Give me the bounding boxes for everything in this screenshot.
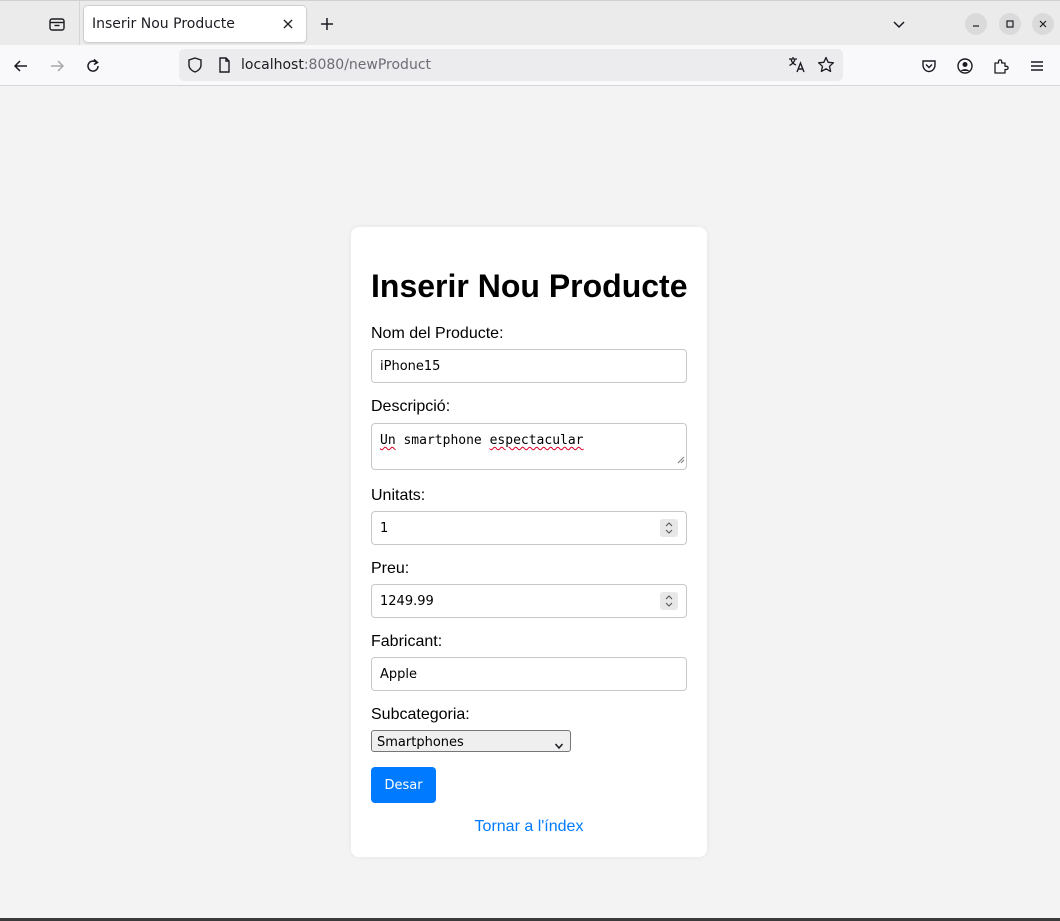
url-host: localhost [241, 57, 304, 73]
maximize-icon[interactable] [999, 13, 1021, 35]
price-input[interactable]: 1249.99 [371, 584, 687, 618]
tab-strip-separator [79, 1, 80, 46]
translate-icon[interactable] [787, 55, 807, 79]
minimize-icon[interactable] [965, 13, 987, 35]
resize-grip-icon[interactable] [676, 449, 685, 468]
page-icon[interactable] [215, 56, 233, 78]
tab-title: Inserir Nou Producte [92, 16, 235, 32]
close-icon[interactable] [278, 14, 298, 34]
arrow-left-icon[interactable] [7, 52, 35, 80]
units-input-value: 1 [380, 521, 389, 536]
chevron-down-icon[interactable] [886, 11, 912, 37]
manufacturer-label: Fabricant: [371, 633, 443, 650]
account-icon[interactable] [951, 52, 979, 80]
price-input-value: 1249.99 [380, 594, 434, 609]
description-value: Un smartphone espectacular [380, 433, 584, 448]
url-bar[interactable]: localhost:8080/newProduct [179, 49, 843, 81]
tab-list-icon[interactable] [44, 11, 70, 37]
spell-error-word: espectacular [489, 433, 584, 448]
tab-strip: Inserir Nou Producte [0, 0, 1060, 46]
subcategory-select[interactable]: Smartphones [371, 730, 571, 752]
shield-icon[interactable] [186, 56, 204, 78]
page-title: Inserir Nou Producte [371, 268, 688, 304]
name-input-value: iPhone15 [380, 359, 441, 374]
description-textarea[interactable]: Un smartphone espectacular [371, 423, 687, 470]
url-path: :8080/newProduct [303, 57, 431, 73]
url-text[interactable]: localhost:8080/newProduct [241, 57, 431, 73]
chevron-down-icon [554, 736, 564, 755]
name-label: Nom del Producte: [371, 325, 504, 342]
subcategory-label: Subcategoria: [371, 706, 470, 723]
units-spinner-icon[interactable] [660, 519, 678, 537]
subcategory-selected-value: Smartphones [377, 735, 464, 750]
back-to-index-link[interactable]: Tornar a l'índex [351, 818, 707, 836]
tab-active[interactable]: Inserir Nou Producte [84, 6, 306, 42]
reload-icon[interactable] [79, 52, 107, 80]
nav-bar: localhost:8080/newProduct [0, 45, 1060, 86]
hamburger-icon[interactable] [1023, 52, 1051, 80]
manufacturer-input[interactable]: Apple [371, 657, 687, 691]
manufacturer-input-value: Apple [380, 667, 418, 682]
arrow-right-icon[interactable] [43, 52, 71, 80]
save-button[interactable]: Desar [371, 767, 436, 803]
window-close-icon[interactable] [1032, 13, 1054, 35]
product-form-card: Inserir Nou Producte Nom del Producte: i… [351, 227, 707, 857]
units-input[interactable]: 1 [371, 511, 687, 545]
star-icon[interactable] [816, 55, 836, 79]
plus-icon[interactable] [314, 11, 340, 37]
name-input[interactable]: iPhone15 [371, 349, 687, 383]
puzzle-icon[interactable] [987, 52, 1015, 80]
units-label: Unitats: [371, 487, 426, 504]
description-label: Descripció: [371, 398, 451, 415]
pocket-icon[interactable] [915, 52, 943, 80]
spell-error-word: Un [380, 433, 396, 448]
price-spinner-icon[interactable] [660, 592, 678, 610]
description-word: smartphone [403, 433, 482, 448]
price-label: Preu: [371, 560, 410, 577]
